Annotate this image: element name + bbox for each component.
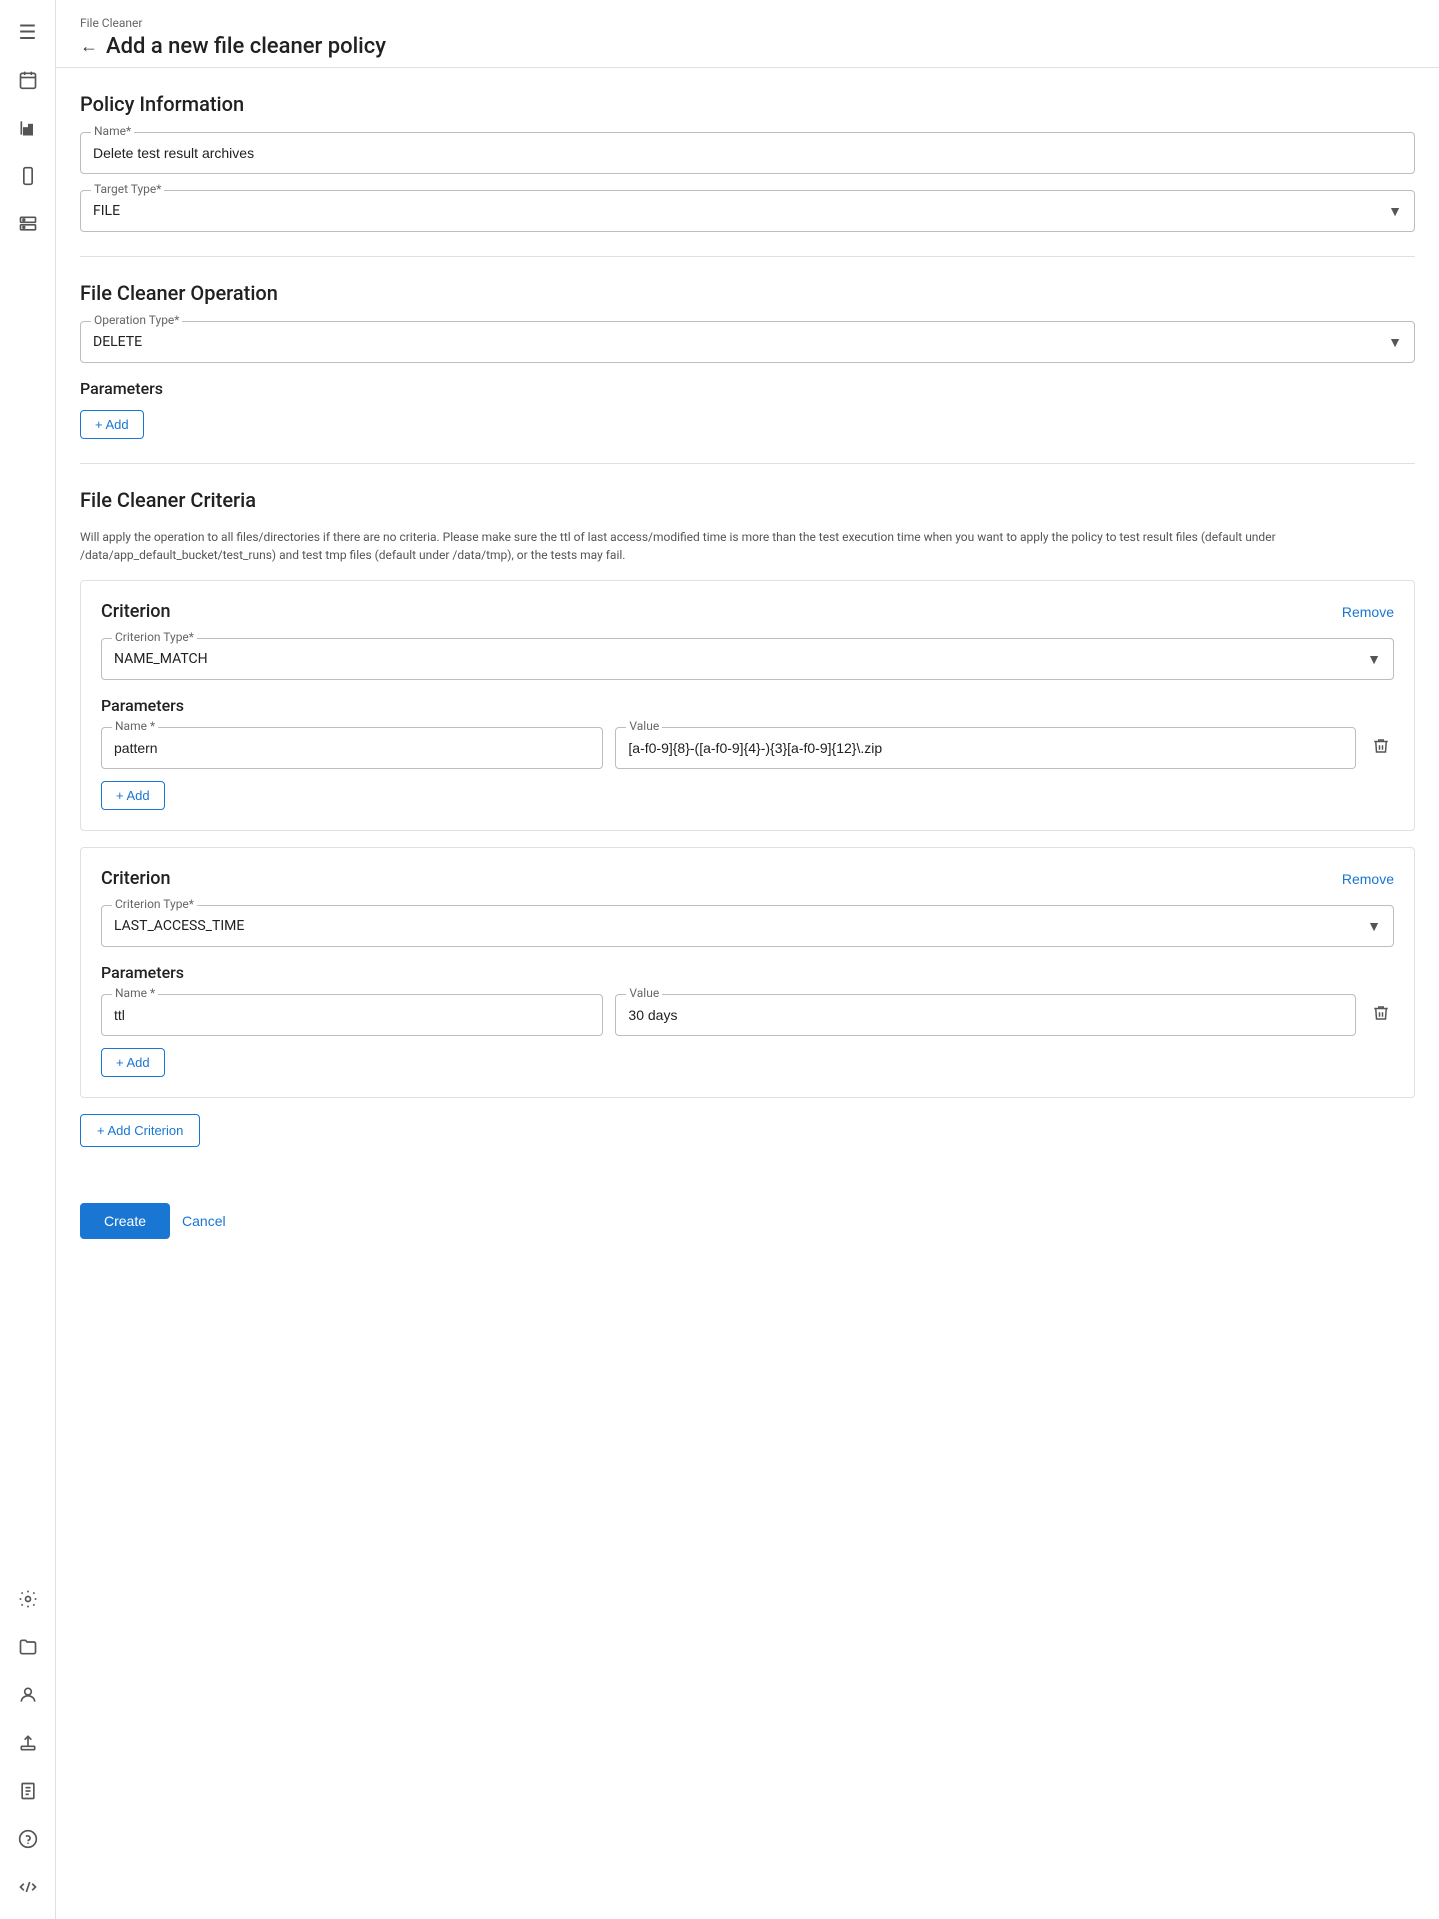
criteria-info: Will apply the operation to all files/di… — [80, 528, 1415, 564]
criterion-1-params-section: Parameters Name * Value — [101, 696, 1394, 810]
add-param-1-button[interactable]: + Add — [101, 781, 165, 810]
divider-1 — [80, 256, 1415, 257]
person-icon[interactable] — [8, 1675, 48, 1715]
add-parameter-button[interactable]: + Add — [80, 410, 144, 439]
back-button[interactable]: ← — [80, 36, 98, 57]
settings-icon[interactable] — [8, 1579, 48, 1619]
name-field-group: Name* — [80, 132, 1415, 174]
criterion-title-2: Criterion — [101, 868, 171, 889]
target-type-label: Target Type* — [91, 182, 164, 196]
param-value-label-1-1: Value — [626, 719, 662, 733]
operation-type-arrow: ▼ — [1388, 334, 1402, 351]
criterion-type-field-2[interactable]: Criterion Type* LAST_ACCESS_TIME ▼ — [101, 905, 1394, 947]
target-type-field-group: Target Type* FILE ▼ — [80, 190, 1415, 232]
criterion-1-params-title: Parameters — [101, 696, 1394, 715]
form-area: Policy Information Name* Target Type* FI… — [56, 68, 1439, 1187]
page-header: File Cleaner ← Add a new file cleaner po… — [56, 0, 1439, 68]
document2-icon[interactable] — [8, 1771, 48, 1811]
param-value-input-1-1[interactable] — [628, 736, 1343, 760]
divider-2 — [80, 463, 1415, 464]
param-value-field-1-1[interactable]: Value — [615, 727, 1356, 769]
param-value-input-2-1[interactable] — [628, 1003, 1343, 1027]
parameters-title: Parameters — [80, 379, 1415, 398]
param-value-field-2-1[interactable]: Value — [615, 994, 1356, 1036]
name-label: Name* — [91, 124, 134, 138]
criterion-header-2: Criterion Remove — [101, 868, 1394, 889]
create-button[interactable]: Create — [80, 1203, 170, 1239]
operation-section: File Cleaner Operation Operation Type* D… — [80, 281, 1415, 363]
criterion-type-field-1[interactable]: Criterion Type* NAME_MATCH ▼ — [101, 638, 1394, 680]
folder-icon[interactable] — [8, 1627, 48, 1667]
criterion-type-label-2: Criterion Type* — [112, 897, 197, 911]
criterion-2-params-title: Parameters — [101, 963, 1394, 982]
policy-info-section: Policy Information Name* Target Type* FI… — [80, 92, 1415, 232]
param-name-input-2-1[interactable] — [114, 1003, 590, 1027]
param-row-1-1: Name * Value — [101, 727, 1394, 769]
delete-param-1-1-button[interactable] — [1368, 733, 1394, 764]
operation-type-field[interactable]: Operation Type* DELETE ▼ — [80, 321, 1415, 363]
server-icon[interactable] — [8, 204, 48, 244]
criterion-type-arrow-2: ▼ — [1367, 918, 1381, 935]
param-name-field-2-1[interactable]: Name * — [101, 994, 603, 1036]
criterion-type-field-group-2: Criterion Type* LAST_ACCESS_TIME ▼ — [101, 905, 1394, 947]
param-name-label-2-1: Name * — [112, 986, 158, 1000]
param-row-2-1: Name * Value — [101, 994, 1394, 1036]
calendar-icon[interactable] — [8, 60, 48, 100]
remove-criterion-1-button[interactable]: Remove — [1342, 604, 1394, 620]
operation-title: File Cleaner Operation — [80, 281, 1415, 305]
criteria-title: File Cleaner Criteria — [80, 488, 1415, 512]
document-icon[interactable]: ☰ — [8, 12, 48, 52]
criterion-title-1: Criterion — [101, 601, 171, 622]
target-type-value: FILE — [93, 199, 1388, 223]
param-name-field-1-1[interactable]: Name * — [101, 727, 603, 769]
criteria-section: File Cleaner Criteria Will apply the ope… — [80, 488, 1415, 1098]
sidebar: ☰ — [0, 0, 56, 1919]
page-title: Add a new file cleaner policy — [106, 34, 386, 59]
operation-type-value: DELETE — [93, 330, 1388, 354]
upload-icon[interactable] — [8, 1723, 48, 1763]
criterion-type-value-2: LAST_ACCESS_TIME — [114, 914, 1367, 938]
criterion-card-2: Criterion Remove Criterion Type* LAST_AC… — [80, 847, 1415, 1098]
operation-type-field-group: Operation Type* DELETE ▼ — [80, 321, 1415, 363]
main-content: File Cleaner ← Add a new file cleaner po… — [56, 0, 1439, 1919]
bottom-actions: Create Cancel — [56, 1187, 1439, 1263]
criterion-type-label-1: Criterion Type* — [112, 630, 197, 644]
criterion-card-1: Criterion Remove Criterion Type* NAME_MA… — [80, 580, 1415, 831]
criterion-2-params-section: Parameters Name * Value — [101, 963, 1394, 1077]
criterion-header-1: Criterion Remove — [101, 601, 1394, 622]
chart-icon[interactable] — [8, 108, 48, 148]
code-icon[interactable] — [8, 1867, 48, 1907]
page-title-row: ← Add a new file cleaner policy — [80, 34, 1415, 59]
help-icon[interactable] — [8, 1819, 48, 1859]
criterion-type-arrow-1: ▼ — [1367, 651, 1381, 668]
policy-info-title: Policy Information — [80, 92, 1415, 116]
criterion-type-value-1: NAME_MATCH — [114, 647, 1367, 671]
param-name-label-1-1: Name * — [112, 719, 158, 733]
delete-param-2-1-button[interactable] — [1368, 1000, 1394, 1031]
param-name-input-1-1[interactable] — [114, 736, 590, 760]
add-criterion-button[interactable]: + Add Criterion — [80, 1114, 200, 1147]
target-type-arrow: ▼ — [1388, 203, 1402, 220]
cancel-button[interactable]: Cancel — [182, 1213, 226, 1229]
phone-icon[interactable] — [8, 156, 48, 196]
param-value-label-2-1: Value — [626, 986, 662, 1000]
breadcrumb: File Cleaner — [80, 16, 1415, 30]
name-input[interactable] — [93, 141, 1402, 165]
target-type-field[interactable]: Target Type* FILE ▼ — [80, 190, 1415, 232]
name-field[interactable]: Name* — [80, 132, 1415, 174]
remove-criterion-2-button[interactable]: Remove — [1342, 871, 1394, 887]
criterion-type-field-group-1: Criterion Type* NAME_MATCH ▼ — [101, 638, 1394, 680]
parameters-section: Parameters + Add — [80, 379, 1415, 439]
add-param-2-button[interactable]: + Add — [101, 1048, 165, 1077]
operation-type-label: Operation Type* — [91, 313, 182, 327]
